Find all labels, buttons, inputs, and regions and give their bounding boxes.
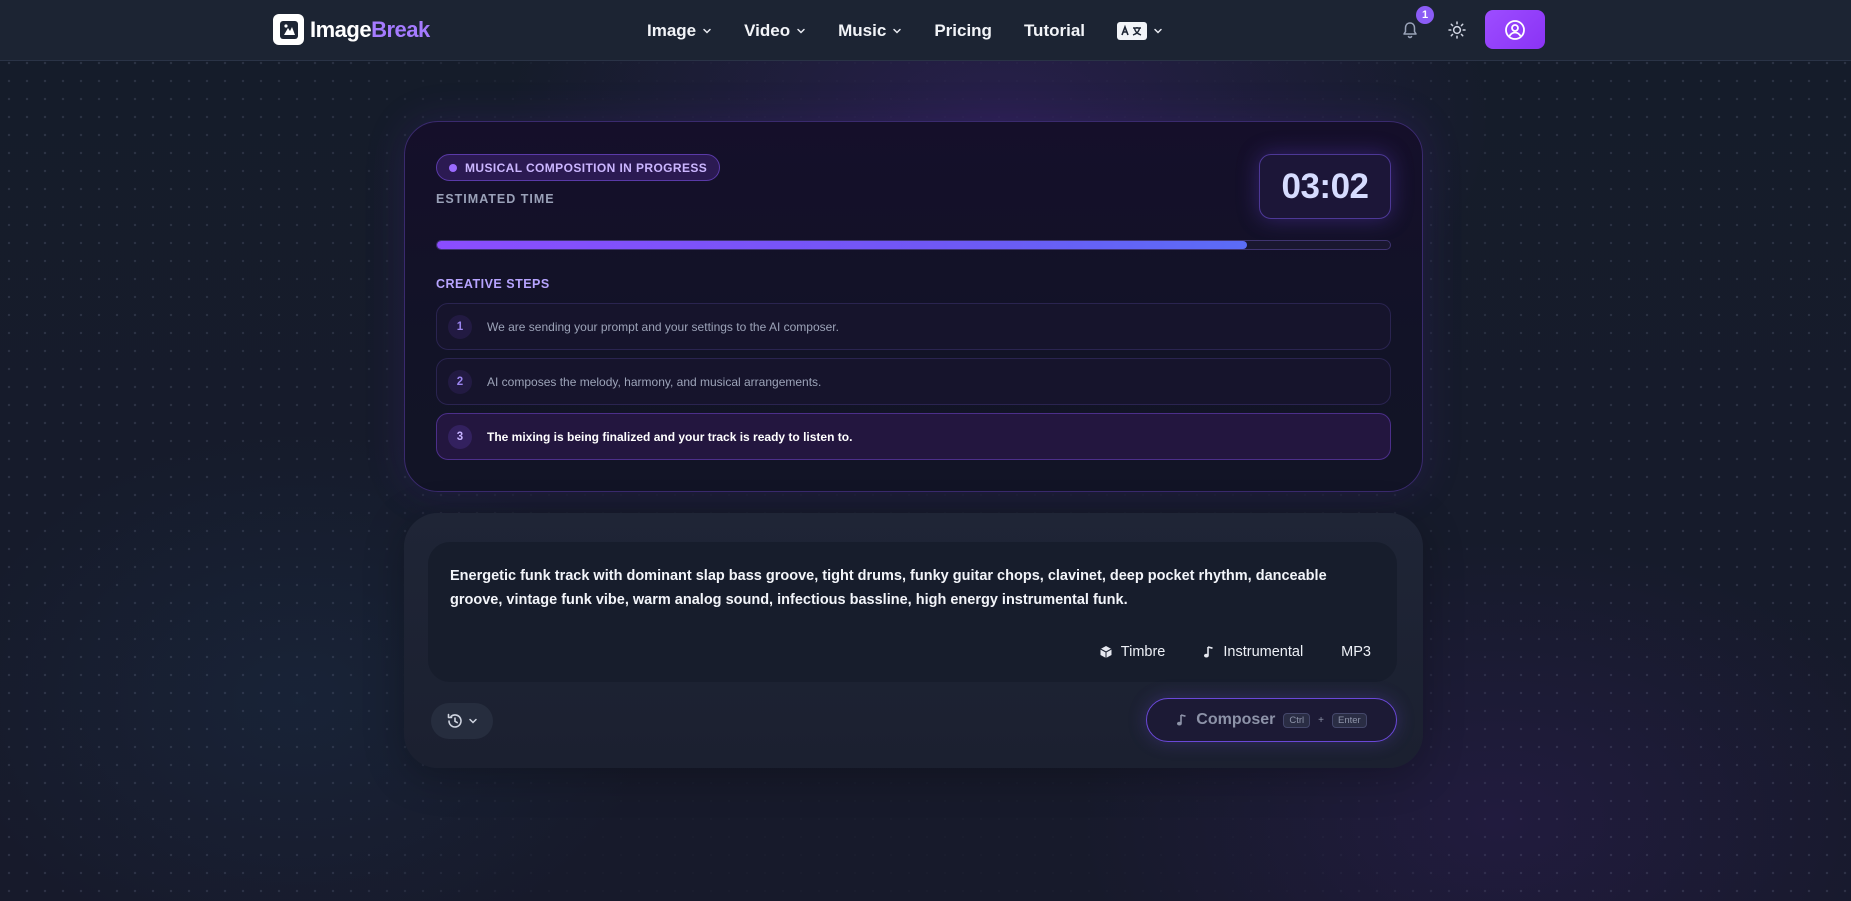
progress-bar: [436, 240, 1391, 250]
status-dot-icon: [449, 163, 457, 172]
step-number: 2: [448, 369, 472, 394]
cube-icon: [1100, 646, 1112, 658]
top-navbar: ImageBreak Image Video Music Pricing Tut…: [0, 0, 1851, 61]
nav-item-label: Pricing: [934, 20, 992, 40]
instrumental-option[interactable]: Instrumental: [1203, 644, 1303, 660]
nav-item-pricing[interactable]: Pricing: [934, 21, 992, 41]
language-selector[interactable]: [1117, 21, 1163, 40]
nav-item-music[interactable]: Music: [838, 21, 902, 41]
bell-icon[interactable]: [1400, 20, 1420, 40]
chevron-down-icon: [893, 28, 902, 34]
status-badge: MUSICAL COMPOSITION IN PROGRESS: [436, 154, 721, 181]
step-item-2: 2 AI composes the melody, harmony, and m…: [436, 358, 1391, 405]
timbre-option[interactable]: Timbre: [1099, 644, 1166, 660]
brand-name-part2: Break: [371, 16, 430, 42]
nav-item-tutorial[interactable]: Tutorial: [1024, 21, 1085, 41]
nav-item-label: Tutorial: [1023, 20, 1086, 40]
creative-steps-title: CREATIVE STEPS: [436, 277, 550, 291]
brand-logo[interactable]: ImageBreak: [273, 14, 430, 45]
shortcut-key-enter: Enter: [1332, 712, 1367, 728]
brand-name-part1: Image: [310, 16, 372, 42]
prompt-input[interactable]: Energetic funk track with dominant slap …: [428, 542, 1397, 682]
brand-name: ImageBreak: [310, 17, 430, 43]
music-note-icon: [1204, 646, 1214, 658]
notification-badge: 1: [1416, 6, 1434, 24]
chevron-down-icon: [703, 28, 711, 34]
nav-item-image[interactable]: Image: [647, 21, 712, 41]
instrumental-label: Instrumental: [1223, 644, 1304, 660]
logo-icon: [273, 14, 304, 45]
step-text: We are sending your prompt and your sett…: [487, 319, 839, 334]
shortcut-plus: +: [1318, 714, 1325, 726]
chevron-down-icon: [797, 28, 805, 34]
format-label: MP3: [1341, 644, 1371, 660]
status-label: MUSICAL COMPOSITION IN PROGRESS: [465, 160, 708, 175]
progress-bar-fill: [437, 241, 1248, 249]
step-item-1: 1 We are sending your prompt and your se…: [436, 303, 1391, 350]
user-account-button[interactable]: [1485, 10, 1545, 49]
composition-progress-card: MUSICAL COMPOSITION IN PROGRESS ESTIMATE…: [404, 121, 1423, 492]
chevron-down-icon: [1154, 28, 1162, 34]
sun-icon[interactable]: [1447, 20, 1467, 40]
music-note-icon: [1177, 714, 1186, 726]
countdown-timer: 03:02: [1259, 154, 1391, 219]
translate-icon: [1117, 21, 1148, 40]
prompt-text: Energetic funk track with dominant slap …: [450, 568, 1327, 608]
main-menu: Image Video Music Pricing Tutorial: [647, 0, 1195, 61]
nav-item-label: Image: [647, 20, 697, 40]
nav-item-label: Video: [744, 20, 791, 40]
shortcut-key-ctrl: Ctrl: [1283, 712, 1311, 728]
format-option[interactable]: MP3: [1341, 644, 1371, 660]
timbre-label: Timbre: [1120, 644, 1166, 660]
user-circle-icon: [1505, 19, 1525, 40]
composer-label: Composer: [1196, 711, 1276, 728]
composer-button[interactable]: Composer Ctrl + Enter: [1146, 698, 1397, 742]
step-text: AI composes the melody, harmony, and mus…: [487, 374, 822, 389]
step-number: 3: [448, 424, 472, 449]
estimated-time-label: ESTIMATED TIME: [436, 192, 555, 206]
chevron-down-icon: [469, 718, 477, 724]
prompt-card: Energetic funk track with dominant slap …: [404, 513, 1423, 768]
prompt-options: Timbre Instrumental MP3: [1099, 644, 1371, 660]
nav-item-video[interactable]: Video: [744, 21, 806, 41]
step-item-3: 3 The mixing is being finalized and your…: [436, 413, 1391, 460]
step-number: 1: [448, 314, 472, 339]
history-icon: [447, 713, 462, 728]
step-text: The mixing is being finalized and your t…: [487, 429, 853, 444]
nav-item-label: Music: [838, 20, 887, 40]
history-button[interactable]: [431, 703, 493, 739]
